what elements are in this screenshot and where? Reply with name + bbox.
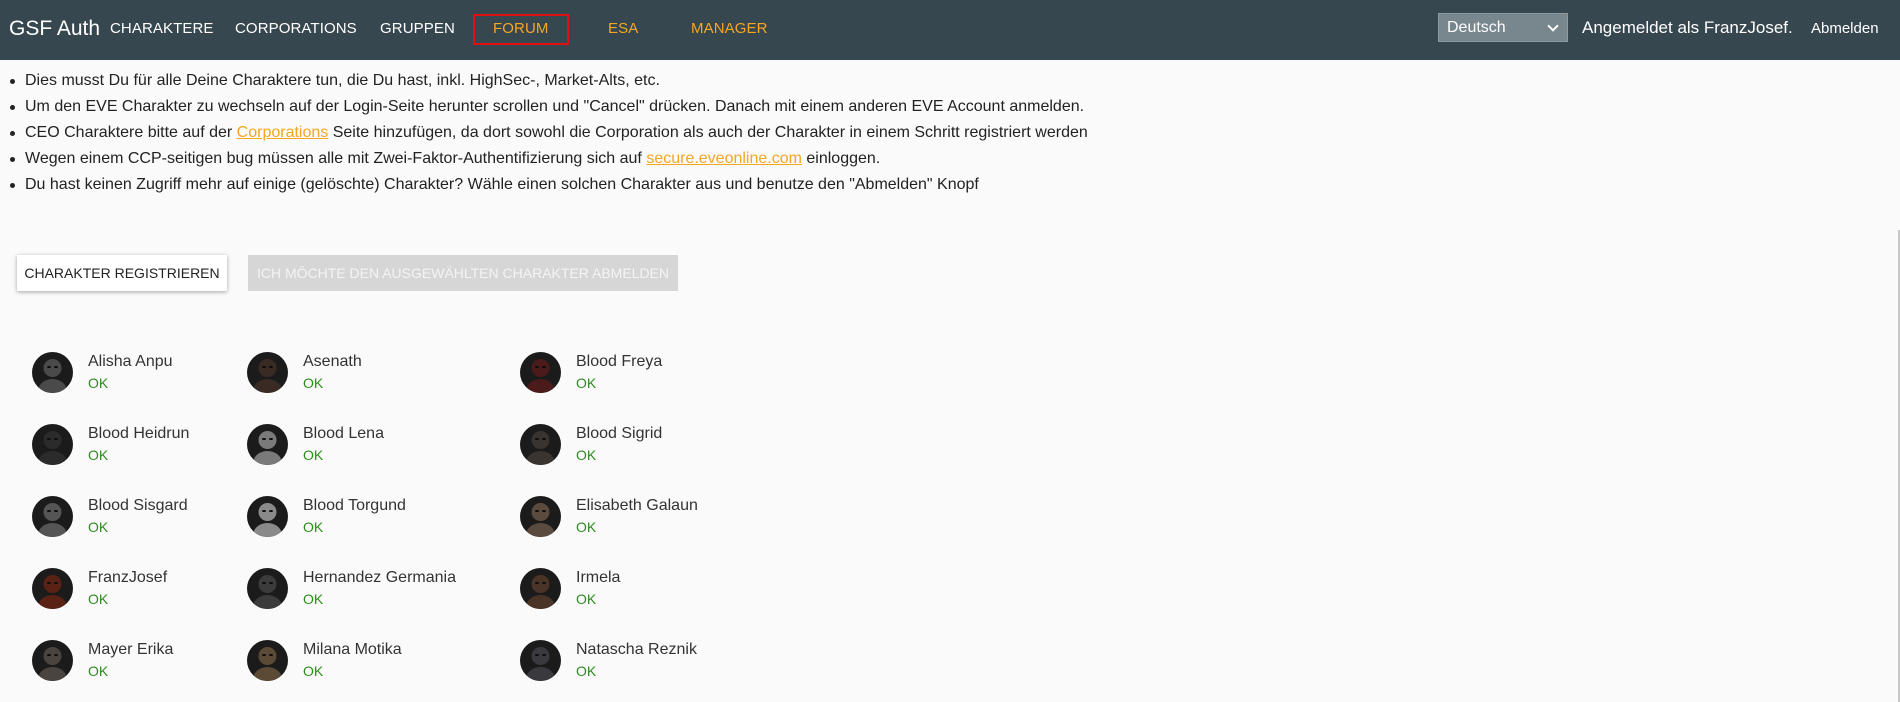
chevron-down-icon: [1547, 19, 1559, 32]
character-status: OK: [88, 663, 109, 679]
character-name: Blood Torgund: [303, 497, 406, 514]
info-item: Um den EVE Charakter zu wechseln auf der…: [10, 94, 1088, 120]
character-status: OK: [576, 591, 597, 607]
nav-forum[interactable]: Forum: [473, 14, 569, 45]
logout-button[interactable]: Abmelden: [1811, 20, 1879, 37]
info-item: Dies musst Du für alle Deine Charaktere …: [10, 68, 1088, 94]
avatar: [32, 352, 73, 393]
character-status: OK: [303, 375, 324, 391]
avatar: [32, 640, 73, 681]
character-name: Elisabeth Galaun: [576, 497, 698, 514]
character-status: OK: [303, 663, 324, 679]
character-name: FranzJosef: [88, 569, 168, 586]
character-status: OK: [88, 519, 109, 535]
character-name: Blood Freya: [576, 353, 663, 370]
info-item: Du hast keinen Zugriff mehr auf einige (…: [10, 172, 1088, 198]
info-list: Dies musst Du für alle Deine Charaktere …: [0, 68, 1088, 198]
character-status: OK: [576, 375, 597, 391]
avatar: [32, 496, 73, 537]
character-status: OK: [88, 375, 109, 391]
avatar: [247, 496, 288, 537]
character-status: OK: [303, 591, 324, 607]
avatar: [520, 496, 561, 537]
character-status: OK: [303, 447, 324, 463]
avatar: [520, 640, 561, 681]
character-name: Blood Heidrun: [88, 425, 190, 442]
nav-esa[interactable]: ESA: [608, 20, 638, 37]
avatar: [247, 568, 288, 609]
character-name: Natascha Reznik: [576, 641, 697, 658]
info-item: Wegen einem CCP-seitigen bug müssen alle…: [10, 146, 1088, 172]
avatar: [32, 568, 73, 609]
logged-in-user-label: Angemeldet als FranzJosef.: [1582, 18, 1793, 37]
top-navbar: GSF Auth Charaktere Corporations Gruppen…: [0, 0, 1900, 60]
nav-gruppen[interactable]: Gruppen: [380, 20, 455, 37]
language-select[interactable]: Deutsch: [1438, 13, 1568, 42]
character-status: OK: [576, 519, 597, 535]
character-name: Hernandez Germania: [303, 569, 456, 586]
character-name: Blood Sigrid: [576, 425, 663, 442]
brand-title[interactable]: GSF Auth: [9, 17, 100, 41]
secure-eveonline-link[interactable]: secure.eveonline.com: [646, 150, 802, 167]
avatar: [247, 640, 288, 681]
corporations-link[interactable]: Corporations: [237, 124, 329, 141]
character-status: OK: [303, 519, 324, 535]
character-status: OK: [88, 591, 109, 607]
character-name: Blood Lena: [303, 425, 384, 442]
nav-manager[interactable]: Manager: [691, 20, 768, 37]
info-item: CEO Charaktere bitte auf der Corporation…: [10, 120, 1088, 146]
character-name: Asenath: [303, 353, 362, 370]
nav-charaktere[interactable]: Charaktere: [110, 20, 214, 37]
language-select-value: Deutsch: [1447, 18, 1506, 36]
character-name: Alisha Anpu: [88, 353, 173, 370]
avatar: [247, 352, 288, 393]
character-name: Milana Motika: [303, 641, 402, 658]
unregister-character-button[interactable]: Ich möchte den ausgewählten Charakter ab…: [248, 255, 678, 291]
character-name: Mayer Erika: [88, 641, 174, 658]
register-character-button[interactable]: Charakter registrieren: [17, 255, 227, 291]
character-name: Blood Sisgard: [88, 497, 188, 514]
avatar: [520, 568, 561, 609]
nav-corporations[interactable]: Corporations: [235, 20, 357, 37]
character-status: OK: [576, 447, 597, 463]
avatar: [520, 352, 561, 393]
character-name: Irmela: [576, 569, 621, 586]
character-status: OK: [576, 663, 597, 679]
avatar: [520, 424, 561, 465]
avatar: [32, 424, 73, 465]
avatar: [247, 424, 288, 465]
character-status: OK: [88, 447, 109, 463]
